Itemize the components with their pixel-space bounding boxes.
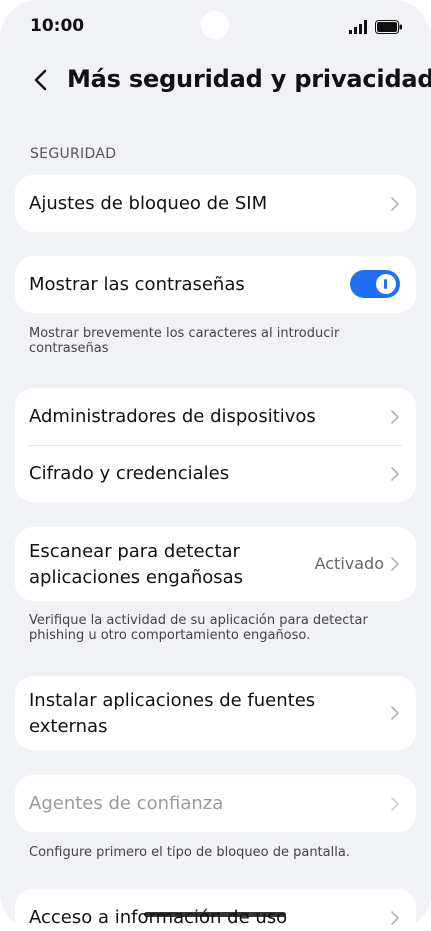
- show-passwords-label: Mostrar las contraseñas: [29, 274, 245, 295]
- chevron-right-icon: [391, 410, 399, 424]
- status-time: 10:00: [30, 16, 85, 36]
- show-passwords-toggle[interactable]: [350, 270, 400, 298]
- trust-agents-note: Configure primero el tipo de bloqueo de …: [29, 845, 350, 860]
- scan-apps-status: Activado: [314, 554, 384, 573]
- page-title: Más seguridad y privacidad: [67, 65, 431, 93]
- show-passwords-note: Mostrar brevemente los caracteres al int…: [29, 326, 340, 356]
- scan-apps-label-line1: Escanear para detectar: [29, 541, 240, 562]
- card-external-sources: Instalar aplicaciones de fuentes externa…: [15, 676, 416, 750]
- scan-apps-label-line2: aplicaciones engañosas: [29, 567, 244, 588]
- chevron-right-icon: [391, 911, 399, 925]
- card-usage-access: Acceso a información de uso: [15, 889, 416, 931]
- device-admins-row[interactable]: Administradores de dispositivos: [15, 388, 416, 445]
- show-passwords-row[interactable]: Mostrar las contraseñas: [15, 256, 416, 313]
- encryption-label: Cifrado y credenciales: [29, 463, 230, 484]
- battery-icon: [375, 20, 402, 34]
- card-show-passwords: Mostrar las contraseñas: [15, 256, 416, 313]
- usage-access-row[interactable]: Acceso a información de uso: [15, 889, 416, 931]
- trust-agents-row: Agentes de confianza: [15, 775, 416, 832]
- scan-apps-note: Verifique la actividad de su aplicación …: [29, 613, 368, 643]
- home-indicator[interactable]: [144, 912, 286, 917]
- toggle-knob: [376, 274, 396, 294]
- signal-icon: [349, 20, 367, 34]
- usage-access-label: Acceso a información de uso: [29, 907, 288, 928]
- sim-lock-label: Ajustes de bloqueo de SIM: [29, 193, 268, 214]
- sim-lock-row[interactable]: Ajustes de bloqueo de SIM: [15, 175, 416, 232]
- external-sources-label-line1: Instalar aplicaciones de fuentes: [29, 690, 316, 711]
- device-admins-label: Administradores de dispositivos: [29, 406, 316, 427]
- chevron-right-icon: [391, 706, 399, 720]
- phone-screen: 10:00 Más seguridad y privacidad SEGURID…: [0, 0, 431, 931]
- section-label-security: SEGURIDAD: [30, 146, 117, 162]
- card-trust-agents: Agentes de confianza: [15, 775, 416, 832]
- header: Más seguridad y privacidad: [0, 58, 431, 104]
- chevron-right-icon: [391, 797, 399, 811]
- trust-agents-label: Agentes de confianza: [29, 793, 224, 814]
- card-admin-encryption: Administradores de dispositivos Cifrado …: [15, 388, 416, 502]
- external-sources-label-line2: externas: [29, 716, 108, 737]
- chevron-right-icon: [391, 467, 399, 481]
- external-sources-row[interactable]: Instalar aplicaciones de fuentes externa…: [15, 676, 416, 750]
- status-bar: 10:00: [0, 0, 431, 56]
- chevron-right-icon: [391, 197, 399, 211]
- back-arrow-icon[interactable]: [30, 68, 54, 92]
- encryption-row[interactable]: Cifrado y credenciales: [15, 445, 416, 502]
- chevron-right-icon: [391, 557, 399, 571]
- front-camera: [201, 11, 229, 39]
- card-sim-lock: Ajustes de bloqueo de SIM: [15, 175, 416, 232]
- scan-apps-row[interactable]: Escanear para detectar aplicaciones enga…: [15, 527, 416, 601]
- card-scan-apps: Escanear para detectar aplicaciones enga…: [15, 527, 416, 601]
